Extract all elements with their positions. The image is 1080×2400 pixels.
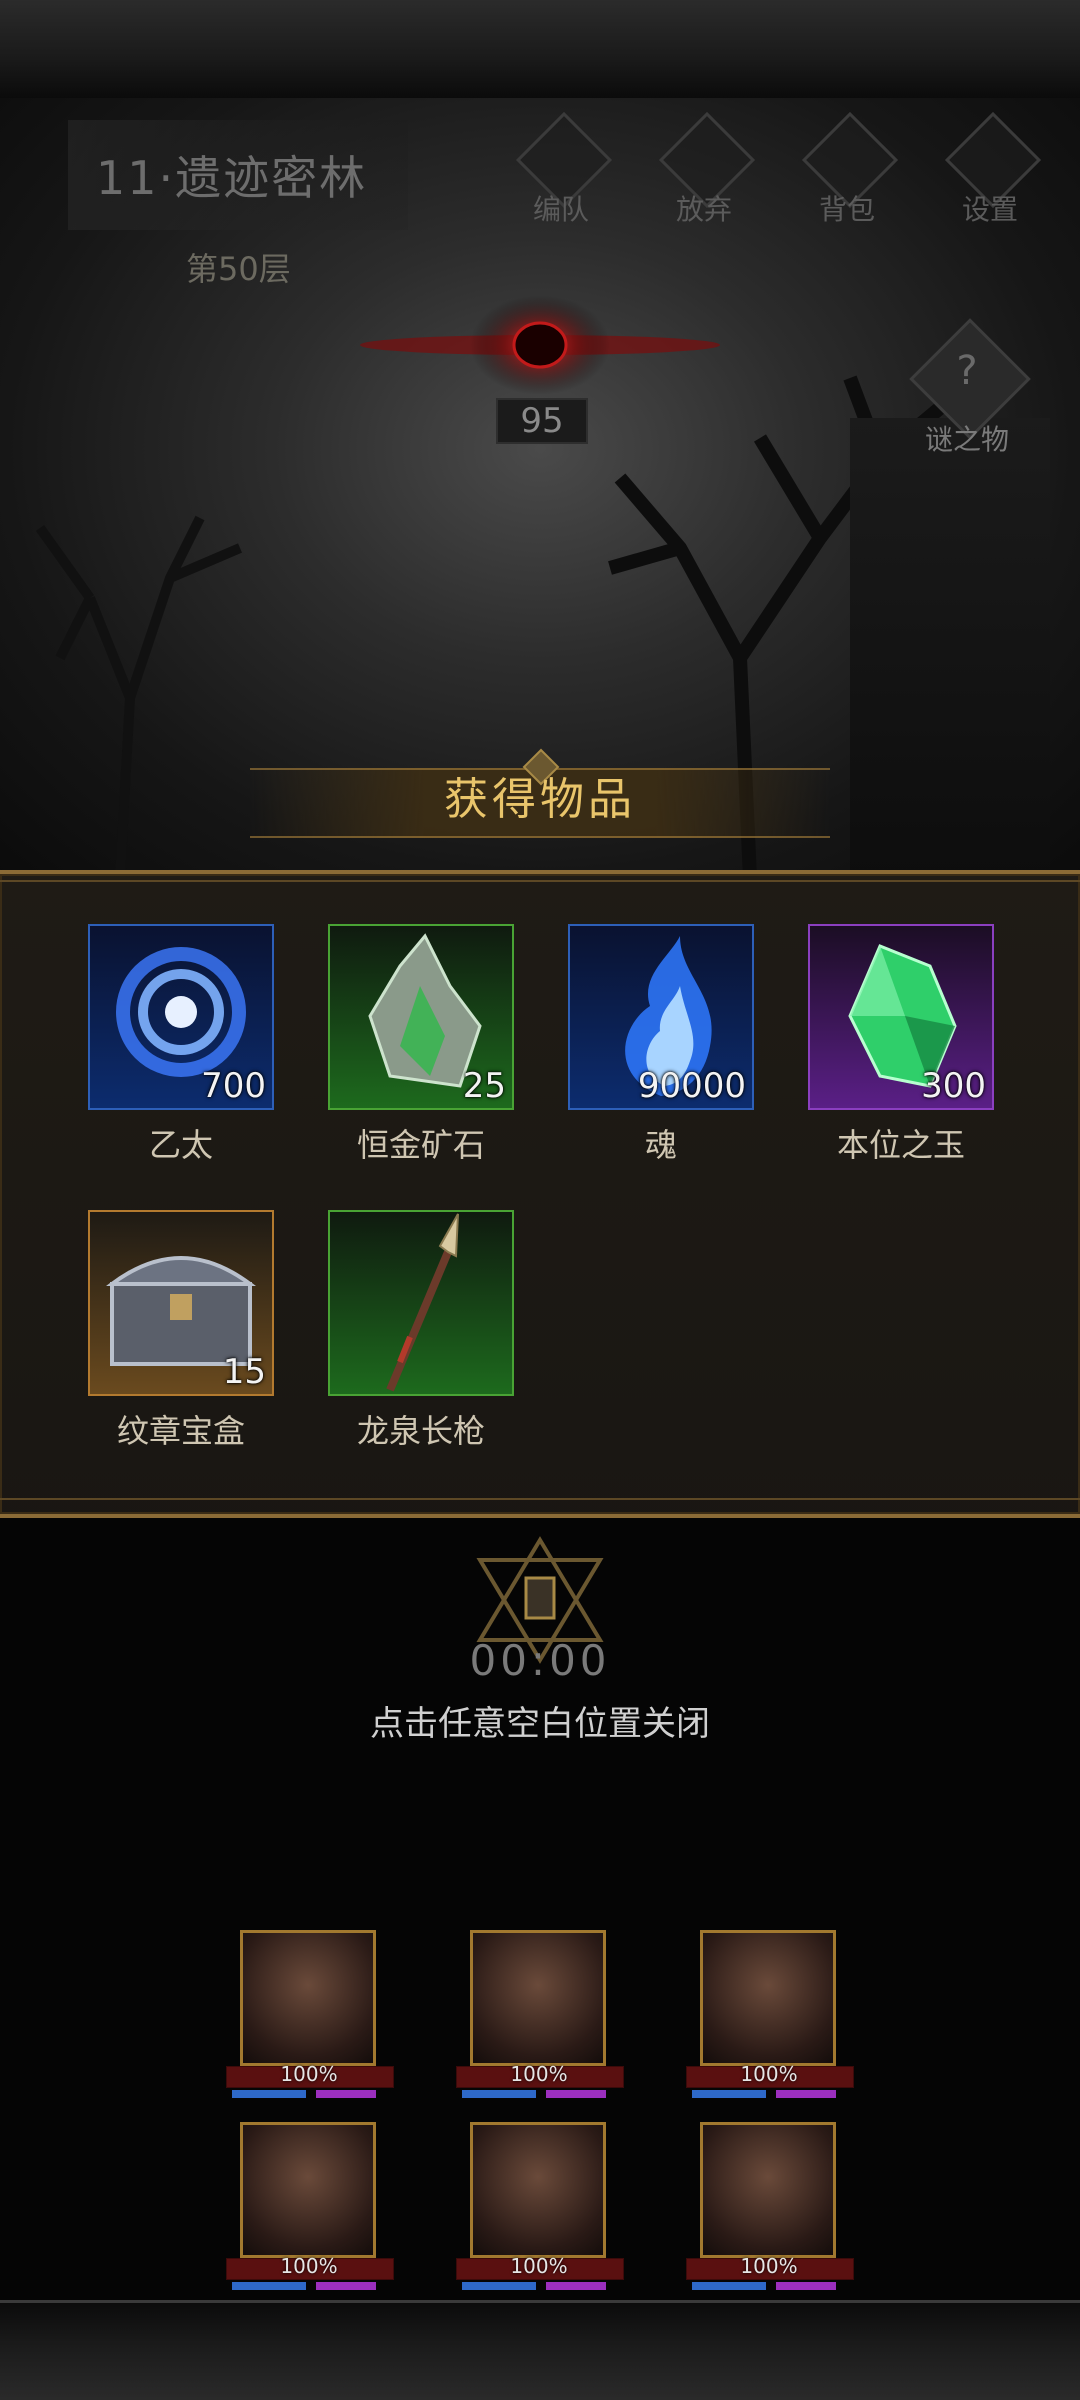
team-button[interactable]: 编队 <box>506 111 616 228</box>
hero-portrait <box>470 1930 606 2066</box>
item-quantity: 15 <box>222 1352 266 1392</box>
question-mark-icon: ? <box>956 348 978 394</box>
item-tile <box>328 1210 514 1396</box>
panel-divider-top <box>0 880 1080 882</box>
item-tile: 90000 <box>568 924 754 1110</box>
reward-title: 获得物品 <box>444 774 636 825</box>
abandon-button[interactable]: 放弃 <box>649 111 759 228</box>
reward-item-aether[interactable]: 700 乙太 <box>88 924 274 1164</box>
hero-slot[interactable]: 100% <box>456 2122 626 2298</box>
item-quantity: 90000 <box>637 1066 746 1106</box>
item-name: 魂 <box>644 1126 677 1164</box>
hero-portrait <box>240 2122 376 2258</box>
close-hint: 点击任意空白位置关闭 <box>370 1704 710 1744</box>
bag-button[interactable]: 背包 <box>792 111 902 228</box>
hp-text: 100% <box>510 2062 568 2086</box>
reward-item-soul[interactable]: 90000 魂 <box>568 924 754 1164</box>
item-quantity: 300 <box>921 1066 986 1106</box>
mp-bar <box>692 2090 766 2098</box>
sp-bar <box>316 2090 376 2098</box>
mp-bar <box>692 2282 766 2290</box>
mystery-item-button[interactable]: ? 谜之物 <box>909 318 1031 456</box>
item-quantity: 25 <box>462 1066 506 1106</box>
ruined-tower <box>850 418 1050 878</box>
reward-item-spear[interactable]: 龙泉长枪 <box>328 1210 514 1450</box>
floor-label: 第50层 <box>186 250 291 288</box>
sp-bar <box>776 2282 836 2290</box>
top-frame <box>0 0 1080 101</box>
mystery-label: 谜之物 <box>924 423 1009 456</box>
item-quantity: 700 <box>201 1066 266 1106</box>
sp-bar <box>316 2282 376 2290</box>
reward-item-jade[interactable]: 300 本位之玉 <box>808 924 994 1164</box>
item-tile: 15 <box>88 1210 274 1396</box>
hero-portrait <box>700 2122 836 2258</box>
item-tile: 300 <box>808 924 994 1110</box>
stage-title: 11·遗迹密林 <box>96 151 368 205</box>
bag-label: 背包 <box>818 193 875 226</box>
hero-portrait <box>470 2122 606 2258</box>
hp-text: 100% <box>280 2062 338 2086</box>
reward-item-ore[interactable]: 25 恒金矿石 <box>328 924 514 1164</box>
game-screen[interactable]: 11·遗迹密林 第50层 编队 放弃 背包 设置 95 ? 谜之物 获得物品 7… <box>0 0 1080 2400</box>
reward-item-chest[interactable]: 15 纹章宝盒 <box>88 1210 274 1450</box>
mp-bar <box>232 2090 306 2098</box>
red-eye-icon <box>360 295 720 395</box>
hero-slot[interactable]: 100% <box>686 1930 856 2106</box>
hero-slot[interactable]: 100% <box>226 2122 396 2298</box>
item-tile: 700 <box>88 924 274 1110</box>
hero-slot[interactable]: 100% <box>686 2122 856 2298</box>
spear-icon <box>386 1213 459 1392</box>
panel-divider-bottom <box>0 1498 1080 1500</box>
hp-text: 100% <box>740 2254 798 2278</box>
item-name: 恒金矿石 <box>356 1126 485 1164</box>
sp-bar <box>546 2090 606 2098</box>
settings-button[interactable]: 设置 <box>935 111 1045 228</box>
mp-bar <box>462 2090 536 2098</box>
hp-text: 100% <box>740 2062 798 2086</box>
sp-bar <box>546 2282 606 2290</box>
team-label: 编队 <box>532 193 589 226</box>
mp-bar <box>232 2282 306 2290</box>
sp-bar <box>776 2090 836 2098</box>
hero-portrait <box>700 1930 836 2066</box>
hp-text: 100% <box>280 2254 338 2278</box>
bottom-frame <box>0 2300 1080 2400</box>
hp-text: 100% <box>510 2254 568 2278</box>
item-name: 纹章宝盒 <box>116 1412 245 1450</box>
item-tile: 25 <box>328 924 514 1110</box>
item-name: 本位之玉 <box>836 1126 965 1164</box>
hero-slot[interactable]: 100% <box>456 1930 626 2106</box>
timer: 00:00 <box>469 1636 611 1685</box>
eye-counter: 95 <box>496 398 588 444</box>
hero-portrait <box>240 1930 376 2066</box>
hero-slot[interactable]: 100% <box>226 1930 396 2106</box>
abandon-label: 放弃 <box>675 193 732 226</box>
item-name: 乙太 <box>148 1126 213 1164</box>
mp-bar <box>462 2282 536 2290</box>
item-name: 龙泉长枪 <box>356 1412 485 1450</box>
settings-label: 设置 <box>961 193 1018 226</box>
